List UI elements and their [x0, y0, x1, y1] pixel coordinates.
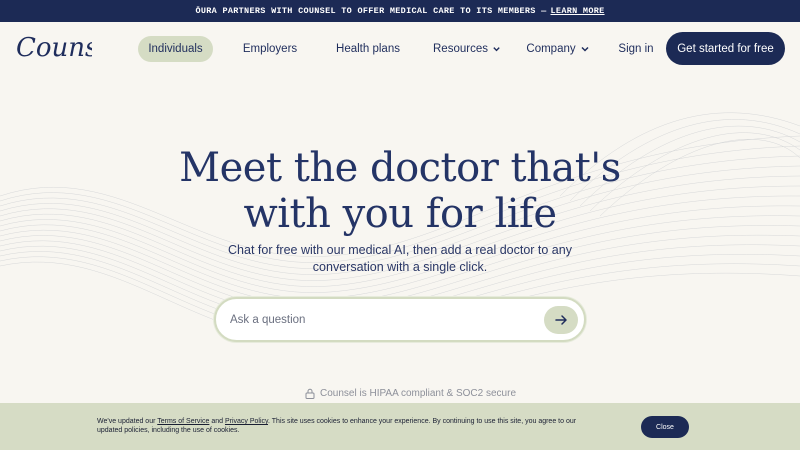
nav-sign-in[interactable]: Sign in — [614, 36, 658, 62]
nav-label: Company — [526, 43, 576, 55]
counsel-logo[interactable]: Counsel — [14, 30, 122, 66]
nav-label: Sign in — [618, 43, 654, 55]
announcement-text: ŌURA PARTNERS WITH COUNSEL TO OFFER MEDI… — [195, 6, 547, 16]
lock-icon — [305, 388, 315, 399]
cookie-and: and — [211, 418, 224, 425]
submit-question-button[interactable] — [544, 306, 578, 334]
learn-more-link[interactable]: LEARN MORE — [551, 6, 605, 16]
nav-health-plans[interactable]: Health plans — [333, 36, 403, 62]
chevron-down-icon — [493, 47, 500, 52]
arrow-right-icon — [555, 315, 567, 325]
cookie-message: We've updated our Terms of Service and P… — [97, 417, 597, 435]
nav-label: Employers — [242, 43, 298, 55]
nav-label: Individuals — [148, 43, 203, 55]
cookie-close-button[interactable]: Close — [641, 416, 689, 438]
security-text: Counsel is HIPAA compliant & SOC2 secure — [320, 387, 517, 399]
privacy-policy-link[interactable]: Privacy Policy — [225, 418, 268, 425]
hero-title-line-1: Meet the doctor that's — [179, 145, 621, 191]
hero-title: Meet the doctor that's with you for life — [150, 145, 650, 237]
announcement-bar: ŌURA PARTNERS WITH COUNSEL TO OFFER MEDI… — [0, 0, 800, 22]
top-nav: Counsel Individuals Employers Health pla… — [0, 22, 800, 76]
get-started-button[interactable]: Get started for free — [666, 32, 785, 65]
nav-label: Resources — [433, 43, 488, 55]
ask-question-input[interactable] — [230, 309, 530, 331]
nav-employers[interactable]: Employers — [236, 36, 304, 62]
security-note: Counsel is HIPAA compliant & SOC2 secure — [305, 386, 516, 400]
nav-label: Health plans — [336, 43, 400, 55]
nav-individuals[interactable]: Individuals — [138, 36, 213, 62]
ask-question-box — [214, 297, 586, 342]
nav-resources[interactable]: Resources — [433, 36, 501, 62]
hero-title-line-2: with you for life — [243, 191, 557, 237]
cookie-prefix: We've updated our — [97, 418, 156, 425]
chevron-down-icon — [581, 46, 589, 52]
decorative-waves — [0, 112, 800, 341]
nav-company[interactable]: Company — [526, 36, 590, 62]
hero-subtitle: Chat for free with our medical AI, then … — [228, 243, 572, 274]
logo-text: Counsel — [16, 33, 92, 63]
terms-of-service-link[interactable]: Terms of Service — [157, 418, 209, 425]
cookie-banner: We've updated our Terms of Service and P… — [0, 403, 800, 450]
